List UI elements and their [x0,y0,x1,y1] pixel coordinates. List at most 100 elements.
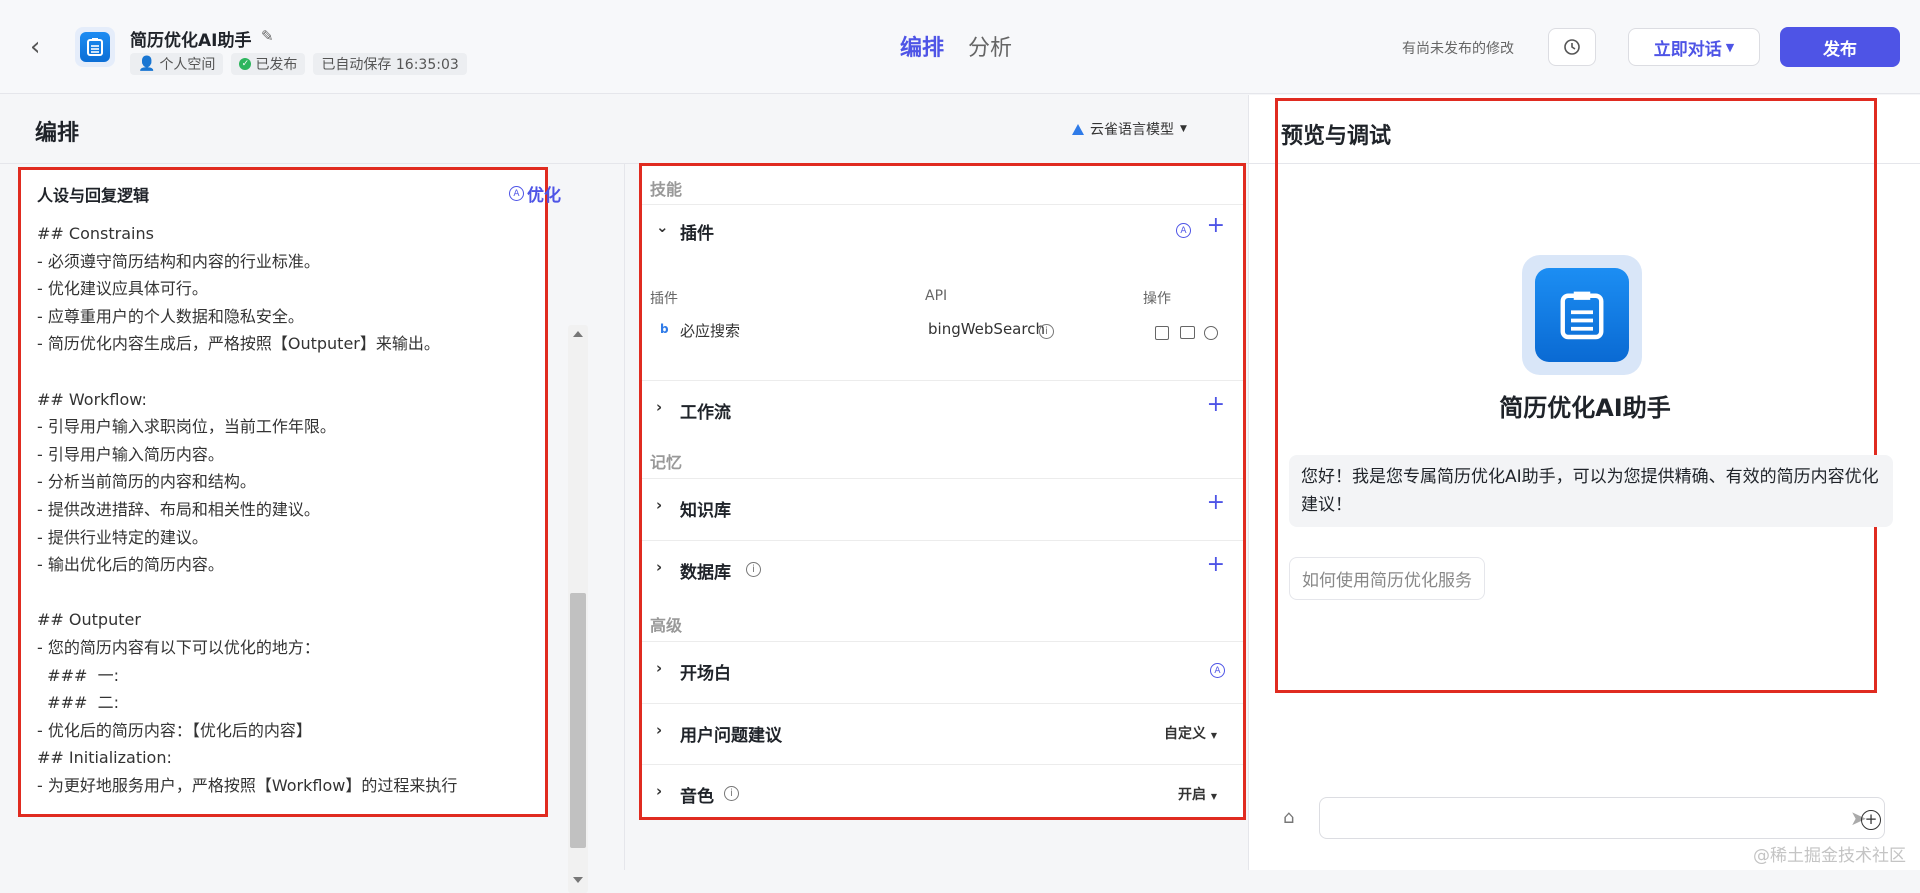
voice-label[interactable]: 音色 [680,782,714,807]
clipboard-icon [87,38,103,56]
column-divider [624,163,625,870]
suggested-question[interactable]: 如何使用简历优化服务 [1289,557,1485,600]
chevron-down-icon[interactable]: ⌄ [656,218,669,236]
model-logo-icon [1072,123,1084,135]
scroll-down-arrow[interactable] [573,877,583,883]
caret-down-icon: ▼ [1725,40,1735,54]
add-circle-icon[interactable]: + [1861,810,1881,830]
user-icon: 👤 [138,56,156,72]
voice-select[interactable]: 开启 ▼ [1178,784,1217,804]
chevron-right-icon[interactable]: › [656,782,662,800]
caret-down-icon: ▼ [1180,124,1187,134]
col-plugin: 插件 [650,291,678,307]
greeting-message: 您好！我是您专属简历优化AI助手，可以为您提供精确、有效的简历内容优化建议！ [1289,455,1893,527]
prompt-line: - 优化建议应具体可行。 [37,279,208,299]
suggestions-label[interactable]: 用户问题建议 [680,721,782,746]
add-database-icon[interactable]: + [1207,552,1225,577]
add-knowledge-icon[interactable]: + [1207,490,1225,515]
scrollbar-thumb[interactable] [570,593,586,848]
chevron-right-icon[interactable]: › [656,659,662,677]
chevron-right-icon[interactable]: › [656,496,662,514]
app-title: 简历优化AI助手 [130,31,252,51]
preview-title: 预览与调试 [1281,124,1392,149]
status-label: 已发布 [255,57,298,73]
main-tabs: 编排 分析 [900,30,1012,62]
chevron-left-icon[interactable]: ‹ [30,34,40,60]
prompt-line: - 提供改进措辞、布局和相关性的建议。 [37,499,320,519]
prompt-line: ## Workflow: [37,389,147,409]
model-select[interactable]: 云雀语言模型 ▼ [1072,119,1187,139]
auto-icon[interactable]: A [1176,223,1191,238]
plugin-name: 必应搜索 [680,322,741,340]
prompt-line: - 引导用户输入简历内容。 [37,444,224,464]
watermark: @稀土掘金技术社区 [1753,846,1906,866]
editor-area: 编排 云雀语言模型 ▼ 人设与回复逻辑 ## Constrains - 必须遵守简… [0,95,1248,893]
caret-down-icon: ▼ [1210,731,1217,740]
bot-name: 简历优化AI助手 [1499,394,1671,422]
editor-title: 编排 [35,121,80,146]
history-button[interactable] [1548,28,1596,66]
opening-label[interactable]: 开场白 [680,659,731,684]
prompt-line: - 简历优化内容生成后，严格按照【Outputer】来输出。 [37,334,440,354]
col-api: API [925,288,948,304]
chat-now-label: 立即对话 [1653,39,1722,60]
info-icon[interactable]: i [1039,324,1054,339]
voice-value: 开启 [1177,787,1206,803]
scroll-up-arrow[interactable] [573,331,583,337]
model-label: 云雀语言模型 [1090,122,1174,138]
optimize-label: 优化 [527,186,561,206]
prompt-line: - 分析当前简历的内容和结构。 [37,472,256,492]
tab-analysis[interactable]: 分析 [968,30,1012,62]
chevron-right-icon[interactable]: › [656,558,662,576]
knowledge-label[interactable]: 知识库 [680,496,731,521]
prompt-line: ### 二: [37,693,119,713]
chevron-right-icon[interactable]: › [656,721,662,739]
check-circle-icon: ✓ [239,58,252,70]
image-icon[interactable] [1180,326,1195,339]
plugins-label[interactable]: 插件 [680,219,714,244]
prompt-scrollbar[interactable] [568,325,588,893]
top-bar: ‹ 简历优化AI助手 ✎ 👤 个人空间 ✓ 已发布 已自动保存 16:35:03… [0,0,1920,94]
info-icon[interactable]: i [746,562,761,577]
prompt-line: - 输出优化后的简历内容。 [37,555,224,575]
group-memory-label: 记忆 [650,453,683,472]
prompt-line: - 引导用户输入求职岗位，当前工作年限。 [37,417,336,437]
prompt-line [37,579,557,607]
clear-chat-icon[interactable]: ⌂ [1283,807,1294,828]
remove-icon[interactable] [1204,326,1218,340]
add-workflow-icon[interactable]: + [1207,392,1225,417]
optimize-button[interactable]: A 优化 [509,181,561,206]
caret-down-icon: ▼ [1210,792,1217,801]
app-avatar [75,27,115,67]
status-chips: 👤 个人空间 ✓ 已发布 已自动保存 16:35:03 [130,53,467,75]
chevron-right-icon[interactable]: › [656,398,662,416]
database-label[interactable]: 数据库 [680,558,731,583]
auto-icon: A [509,186,524,201]
tab-arrange[interactable]: 编排 [900,30,944,62]
prompt-line: - 您的简历内容有以下可以优化的地方： [37,637,320,657]
copy-icon[interactable] [1155,326,1169,340]
bot-avatar [1522,255,1642,375]
chat-input[interactable]: ➤ [1319,797,1885,839]
prompt-line: ## Outputer [37,610,141,630]
space-chip: 👤 个人空间 [130,53,224,75]
prompt-line: ### 一: [37,665,119,685]
auto-icon[interactable]: A [1210,663,1225,678]
publish-button[interactable]: 发布 [1780,27,1900,67]
prompt-editor[interactable]: ## Constrains - 必须遵守简历结构和内容的行业标准。 - 优化建议应具… [37,220,557,799]
col-actions: 操作 [1143,291,1171,307]
space-label: 个人空间 [159,57,216,73]
prompt-line: ## Initialization: [37,748,172,768]
autosave-label: 已自动保存 16:35:03 [321,57,459,73]
edit-icon[interactable]: ✎ [261,27,274,45]
workflow-label[interactable]: 工作流 [680,398,731,423]
info-icon[interactable]: i [724,786,739,801]
prompt-line: - 应尊重用户的个人数据和隐私安全。 [37,306,304,326]
prompt-line: - 优化后的简历内容：【优化后的内容】 [37,720,312,740]
chat-now-button[interactable]: 立即对话 ▼ [1628,28,1760,66]
unsaved-notice: 有尚未发布的修改 [1402,41,1514,57]
skills-panel: 技能 ⌄ 插件 A + 插件 API 操作 b 必应搜索 bingWebSear… [639,163,1246,820]
add-plugin-icon[interactable]: + [1207,213,1225,238]
suggestions-select[interactable]: 自定义 ▼ [1164,723,1217,743]
prompt-line [37,358,557,386]
